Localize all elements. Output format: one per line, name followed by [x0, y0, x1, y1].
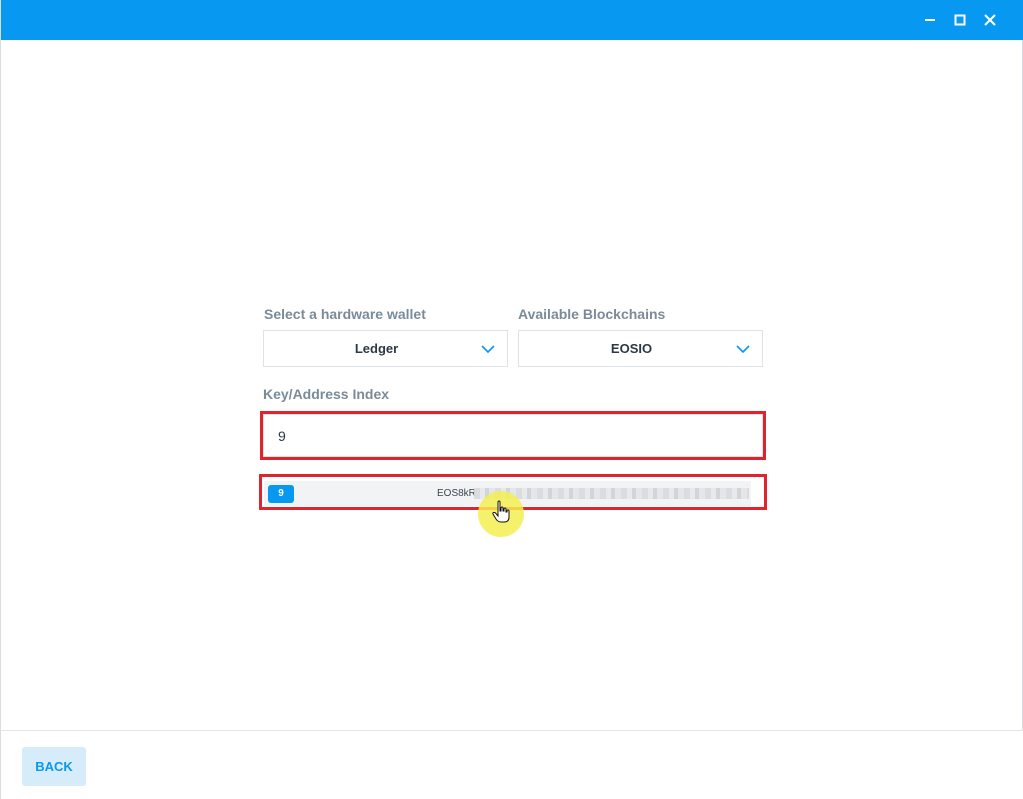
- blockchain-select-label: Available Blockchains: [518, 306, 666, 322]
- blockchain-value: EOSIO: [610, 341, 653, 356]
- key-index-badge: 9: [268, 485, 294, 503]
- app-window: Select a hardware wallet Available Block…: [0, 0, 1023, 799]
- key-index-input[interactable]: [263, 414, 763, 457]
- public-key-text: EOS8kR: [437, 488, 476, 499]
- key-index-label: Key/Address Index: [263, 386, 390, 402]
- title-bar: [1, 0, 1023, 40]
- chevron-down-icon: [736, 345, 750, 354]
- hardware-wallet-value: Ledger: [354, 341, 399, 356]
- footer-bar: BACK: [1, 730, 1023, 799]
- hand-cursor-icon: [492, 500, 510, 523]
- blockchain-select[interactable]: EOSIO: [518, 330, 763, 367]
- close-icon[interactable]: [978, 8, 1002, 32]
- maximize-icon[interactable]: [948, 8, 972, 32]
- chevron-down-icon: [481, 345, 495, 354]
- back-button[interactable]: BACK: [22, 747, 86, 786]
- hardware-wallet-select[interactable]: Ledger: [263, 330, 508, 367]
- minimize-icon[interactable]: [918, 8, 942, 32]
- wallet-select-label: Select a hardware wallet: [264, 306, 426, 322]
